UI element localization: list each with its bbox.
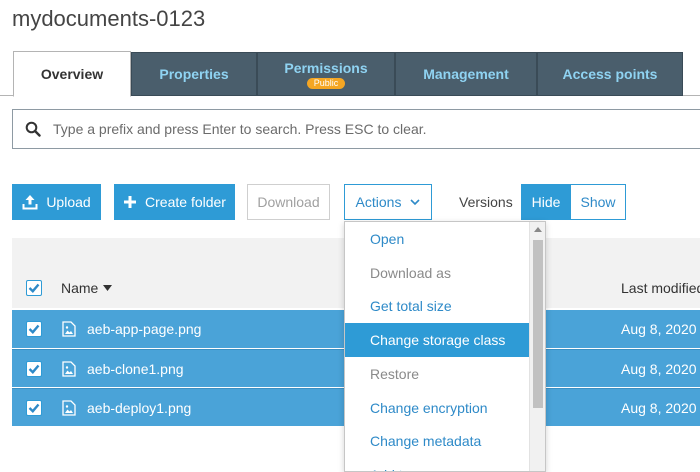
menu-item-download-as[interactable]: Download as xyxy=(345,256,529,290)
check-icon xyxy=(28,364,40,374)
upload-button[interactable]: Upload xyxy=(12,184,101,220)
name-column-header[interactable]: Name xyxy=(61,280,113,296)
menu-item-add-tags[interactable]: Add tags xyxy=(345,458,529,471)
menu-item-change-storage-class[interactable]: Change storage class xyxy=(345,323,529,357)
tab-properties-label: Properties xyxy=(159,66,229,82)
create-folder-button[interactable]: Create folder xyxy=(114,184,235,220)
menu-item-restore[interactable]: Restore xyxy=(345,357,529,391)
menu-item-change-metadata[interactable]: Change metadata xyxy=(345,424,529,458)
menu-item-change-encryption[interactable]: Change encryption xyxy=(345,391,529,425)
upload-label: Upload xyxy=(46,194,91,210)
show-label: Show xyxy=(580,194,616,210)
tab-permissions[interactable]: Permissions Public xyxy=(257,52,395,96)
tab-overview[interactable]: Overview xyxy=(13,51,131,97)
actions-dropdown-menu: Open Download as Get total size Change s… xyxy=(344,221,546,472)
actions-button[interactable]: Actions xyxy=(344,184,432,220)
tab-management[interactable]: Management xyxy=(395,52,537,96)
scroll-up-arrow-icon[interactable] xyxy=(534,227,542,232)
name-column-label: Name xyxy=(61,280,99,296)
last-modified: Aug 8, 2020 3 xyxy=(621,360,700,377)
check-icon xyxy=(28,324,40,334)
check-icon xyxy=(28,283,40,293)
last-modified: Aug 8, 2020 3 xyxy=(621,399,700,416)
plus-icon xyxy=(123,195,137,209)
image-file-icon xyxy=(62,321,76,337)
hide-label: Hide xyxy=(531,194,561,210)
bucket-title: mydocuments-0123 xyxy=(12,6,206,31)
chevron-down-icon xyxy=(410,198,421,206)
last-modified-column-header[interactable]: Last modified xyxy=(621,280,700,296)
menu-scrollbar[interactable] xyxy=(529,222,545,471)
row-checkbox[interactable] xyxy=(26,321,42,337)
create-folder-label: Create folder xyxy=(145,194,226,210)
file-name[interactable]: aeb-deploy1.png xyxy=(87,400,191,416)
tab-access-points-label: Access points xyxy=(562,66,658,82)
download-button[interactable]: Download xyxy=(247,184,330,220)
image-file-icon xyxy=(62,399,76,416)
row-checkbox[interactable] xyxy=(26,399,42,416)
search-input[interactable] xyxy=(53,121,653,137)
upload-icon xyxy=(22,194,38,210)
download-label: Download xyxy=(257,194,320,210)
row-checkbox[interactable] xyxy=(26,360,42,377)
select-all-checkbox[interactable] xyxy=(26,280,42,296)
menu-item-get-total-size[interactable]: Get total size xyxy=(345,289,529,323)
actions-label: Actions xyxy=(355,194,402,210)
file-name[interactable]: aeb-clone1.png xyxy=(87,361,184,377)
tab-properties[interactable]: Properties xyxy=(131,52,257,96)
image-file-icon xyxy=(62,360,76,377)
check-icon xyxy=(28,403,40,413)
scrollbar-thumb[interactable] xyxy=(533,240,543,408)
versions-hide-button[interactable]: Hide xyxy=(521,184,571,220)
tab-management-label: Management xyxy=(423,66,509,82)
versions-show-button[interactable]: Show xyxy=(570,184,626,220)
tab-bar: Overview Properties Permissions Public M… xyxy=(0,50,700,97)
versions-label: Versions xyxy=(459,194,513,210)
search-icon xyxy=(13,121,53,137)
sort-descending-icon xyxy=(103,285,113,291)
tab-permissions-label: Permissions xyxy=(284,59,368,76)
tab-access-points[interactable]: Access points xyxy=(537,52,683,96)
menu-item-open[interactable]: Open xyxy=(345,222,529,256)
tab-overview-label: Overview xyxy=(40,66,104,82)
search-bar xyxy=(12,109,700,149)
public-badge: Public xyxy=(306,77,346,89)
last-modified: Aug 8, 2020 3 xyxy=(621,321,700,337)
file-name[interactable]: aeb-app-page.png xyxy=(87,321,201,337)
